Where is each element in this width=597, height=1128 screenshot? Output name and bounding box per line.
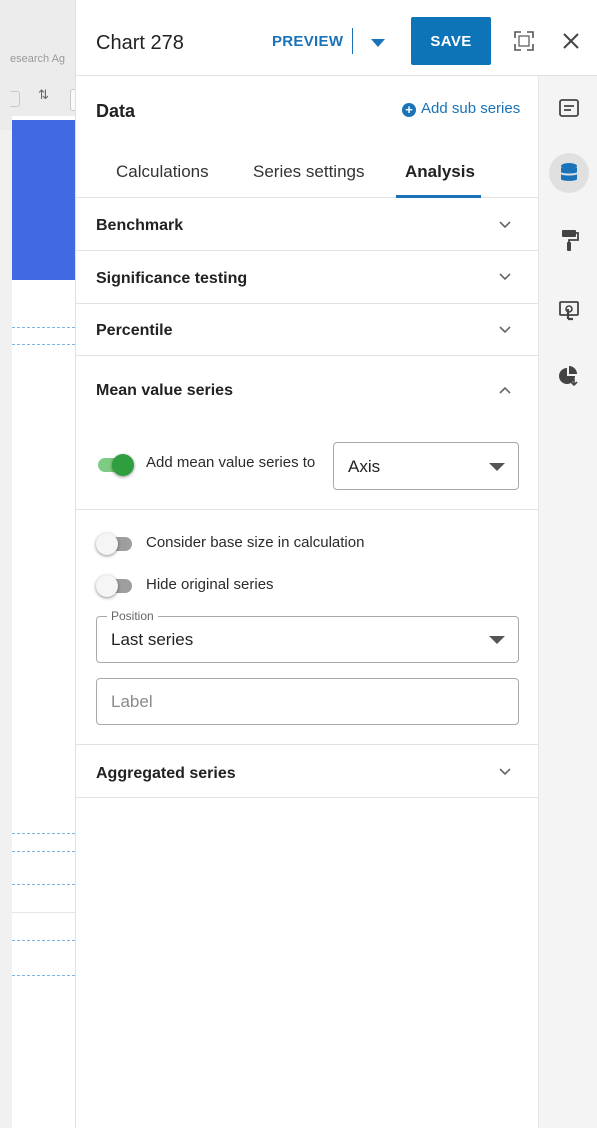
chevron-down-icon [499,273,511,281]
tab-calculations[interactable]: Calculations [116,162,209,182]
tab-analysis[interactable]: Analysis [405,162,475,182]
add-sub-series-label: Add sub series [421,100,521,117]
background-gridline [12,884,75,885]
toggle-knob [96,533,118,555]
chart-title: Chart 278 [96,32,184,54]
section-significance-label: Significance testing [96,270,248,287]
preview-dropdown-icon[interactable] [371,39,385,47]
background-gridline [12,851,75,852]
background-controls: ⇅ [10,87,75,111]
consider-base-size-label: Consider base size in calculation [146,534,365,551]
data-title: Data [96,101,136,121]
preview-button[interactable]: PREVIEW [272,33,343,50]
caret-down-icon [489,636,505,644]
paint-roller-icon[interactable] [553,224,585,256]
background-divider [12,912,75,913]
section-percentile-label: Percentile [96,322,173,339]
active-tab-indicator [396,195,481,198]
toggle-knob [112,454,134,476]
background-gridline [12,344,75,345]
background-app: esearch Ag ⇅ [0,0,75,1128]
panel-header: Chart 278 PREVIEW SAVE [76,0,597,76]
data-tabs: Calculations Series settings Analysis [76,146,538,198]
chevron-up-icon[interactable] [498,383,512,397]
chart-editor-panel: Chart 278 PREVIEW SAVE Data + Add sub ser… [75,0,597,1128]
section-mean-value-label[interactable]: Mean value series [96,382,233,400]
touch-screen-icon[interactable] [553,295,585,327]
tab-series-settings[interactable]: Series settings [253,162,365,182]
database-icon[interactable] [549,153,589,193]
add-mean-value-toggle[interactable] [96,454,134,476]
background-gridline [12,327,75,328]
position-select-legend: Position [107,609,158,623]
background-gridline [12,940,75,941]
add-sub-series-button[interactable]: + Add sub series [402,100,520,117]
position-select-value: Last series [111,630,194,649]
pie-export-icon[interactable] [553,360,585,392]
add-mean-value-select[interactable]: Axis [333,442,519,490]
background-breadcrumb: esearch Ag [10,53,66,65]
text-panel-icon[interactable] [553,92,585,124]
data-settings-content: Data + Add sub series Calculations Series… [76,76,538,1128]
caret-down-icon [489,463,505,471]
background-stepper [10,91,20,107]
hide-original-series-label: Hide original series [146,576,274,593]
label-input[interactable] [97,679,518,724]
chevron-down-icon [499,326,511,334]
background-gridline [12,975,75,976]
section-aggregated-label: Aggregated series [96,765,236,782]
close-icon[interactable] [560,30,582,52]
sort-icon: ⇅ [38,87,49,102]
hide-original-series-toggle[interactable] [96,575,134,597]
mean-value-options: Consider base size in calculation Hide o… [76,510,538,745]
background-chart-bar [12,120,75,280]
section-aggregated-series[interactable]: Aggregated series [76,745,538,798]
consider-base-size-toggle[interactable] [96,533,134,555]
section-mean-value-series: Mean value series Add mean value series … [76,356,538,510]
add-mean-value-select-value: Axis [348,457,381,476]
plus-circle-icon: + [402,103,416,117]
section-benchmark-label: Benchmark [96,217,184,234]
chevron-down-icon [499,768,511,776]
position-select[interactable]: Position Last series [96,609,519,663]
expand-icon[interactable] [513,30,535,52]
add-mean-value-label: Add mean value series to [146,454,316,471]
settings-rail [538,76,597,1128]
label-field[interactable] [96,678,519,725]
section-benchmark[interactable]: Benchmark [76,199,538,251]
section-significance-testing[interactable]: Significance testing [76,251,538,304]
preview-divider [352,28,353,54]
save-button[interactable]: SAVE [411,17,491,65]
background-gridline [12,833,75,834]
toggle-knob [96,575,118,597]
section-percentile[interactable]: Percentile [76,304,538,356]
chevron-down-icon [499,221,511,229]
